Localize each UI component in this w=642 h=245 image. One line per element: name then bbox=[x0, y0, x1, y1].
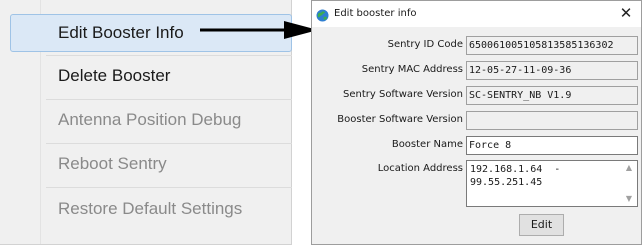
scroll-down-arrow-icon[interactable]: ▼ bbox=[621, 192, 637, 206]
menu-separator bbox=[46, 187, 292, 188]
menu-item-reboot-sentry[interactable]: Reboot Sentry bbox=[10, 145, 292, 183]
dialog-titlebar: Edit booster info ✕ bbox=[312, 1, 641, 27]
booster-name-input[interactable]: Force 8 bbox=[466, 136, 638, 155]
booster-software-version-label: Booster Software Version bbox=[337, 114, 463, 125]
location-address-label: Location Address bbox=[377, 163, 463, 174]
location-address-textarea[interactable]: 192.168.1.64 - 99.55.251.45 ▲ ▼ bbox=[466, 160, 638, 207]
menu-separator bbox=[46, 143, 292, 144]
sentry-software-version-label: Sentry Software Version bbox=[343, 89, 463, 100]
location-address-scrollbar[interactable]: ▲ ▼ bbox=[621, 161, 637, 206]
close-button[interactable]: ✕ bbox=[617, 3, 635, 23]
sentry-mac-field[interactable]: 12-05-27-11-09-36 bbox=[466, 61, 638, 80]
menu-separator bbox=[46, 55, 292, 56]
booster-name-label: Booster Name bbox=[391, 139, 463, 150]
dialog-title: Edit booster info bbox=[334, 8, 417, 19]
globe-icon bbox=[316, 7, 329, 22]
sentry-mac-label: Sentry MAC Address bbox=[361, 64, 463, 75]
scroll-up-arrow-icon[interactable]: ▲ bbox=[621, 161, 637, 175]
menu-separator bbox=[46, 99, 292, 100]
sentry-id-label: Sentry ID Code bbox=[387, 39, 463, 50]
location-address-value[interactable]: 192.168.1.64 - 99.55.251.45 bbox=[470, 163, 620, 189]
menu-item-edit-booster-info[interactable]: Edit Booster Info bbox=[10, 14, 292, 52]
menu-item-delete-booster[interactable]: Delete Booster bbox=[10, 57, 292, 95]
edit-button[interactable]: Edit bbox=[519, 214, 564, 236]
booster-software-version-field[interactable] bbox=[466, 111, 638, 130]
context-menu: Edit Booster Info Delete Booster Antenna… bbox=[0, 0, 292, 245]
edit-booster-dialog: Edit booster info ✕ Sentry ID Code 65006… bbox=[311, 0, 642, 245]
menu-item-antenna-position-debug[interactable]: Antenna Position Debug bbox=[10, 101, 292, 139]
sentry-software-version-field[interactable]: SC-SENTRY_NB V1.9 bbox=[466, 86, 638, 105]
menu-item-restore-default-settings[interactable]: Restore Default Settings bbox=[10, 190, 292, 228]
sentry-id-field[interactable]: 65006100510581358513630​2 bbox=[466, 36, 638, 55]
